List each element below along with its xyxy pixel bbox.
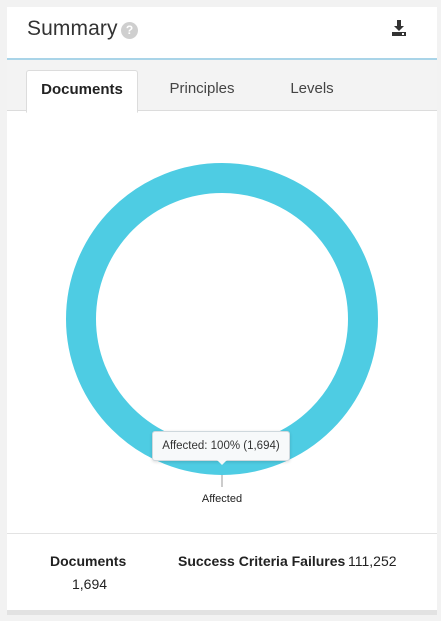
tab-levels[interactable]: Levels: [262, 70, 362, 110]
tab-documents[interactable]: Documents: [26, 70, 138, 113]
download-icon: [392, 20, 406, 36]
page-title: Summary: [27, 17, 118, 40]
failures-stat-label: Success Criteria Failures: [178, 553, 346, 569]
donut-chart: [66, 163, 378, 487]
tab-principles[interactable]: Principles: [147, 70, 257, 110]
summary-panel: Summary ? Documents Principles Levels Af…: [7, 7, 437, 610]
panel-header: Summary ?: [7, 7, 437, 60]
chart-tooltip: Affected: 100% (1,694): [152, 431, 290, 465]
download-button[interactable]: [389, 17, 409, 39]
tab-bar: Documents Principles Levels: [7, 60, 437, 113]
documents-stat-value: 1,694: [72, 576, 108, 592]
slice-label-affected: Affected: [201, 493, 243, 505]
panel-footer-bar: [7, 610, 437, 615]
question-circle-icon[interactable]: ?: [121, 22, 138, 39]
donut-slice-affected[interactable]: [66, 163, 378, 475]
documents-stat-label: Documents: [50, 553, 127, 569]
failures-stat-value: 111,252: [348, 553, 397, 569]
divider: [7, 533, 437, 534]
